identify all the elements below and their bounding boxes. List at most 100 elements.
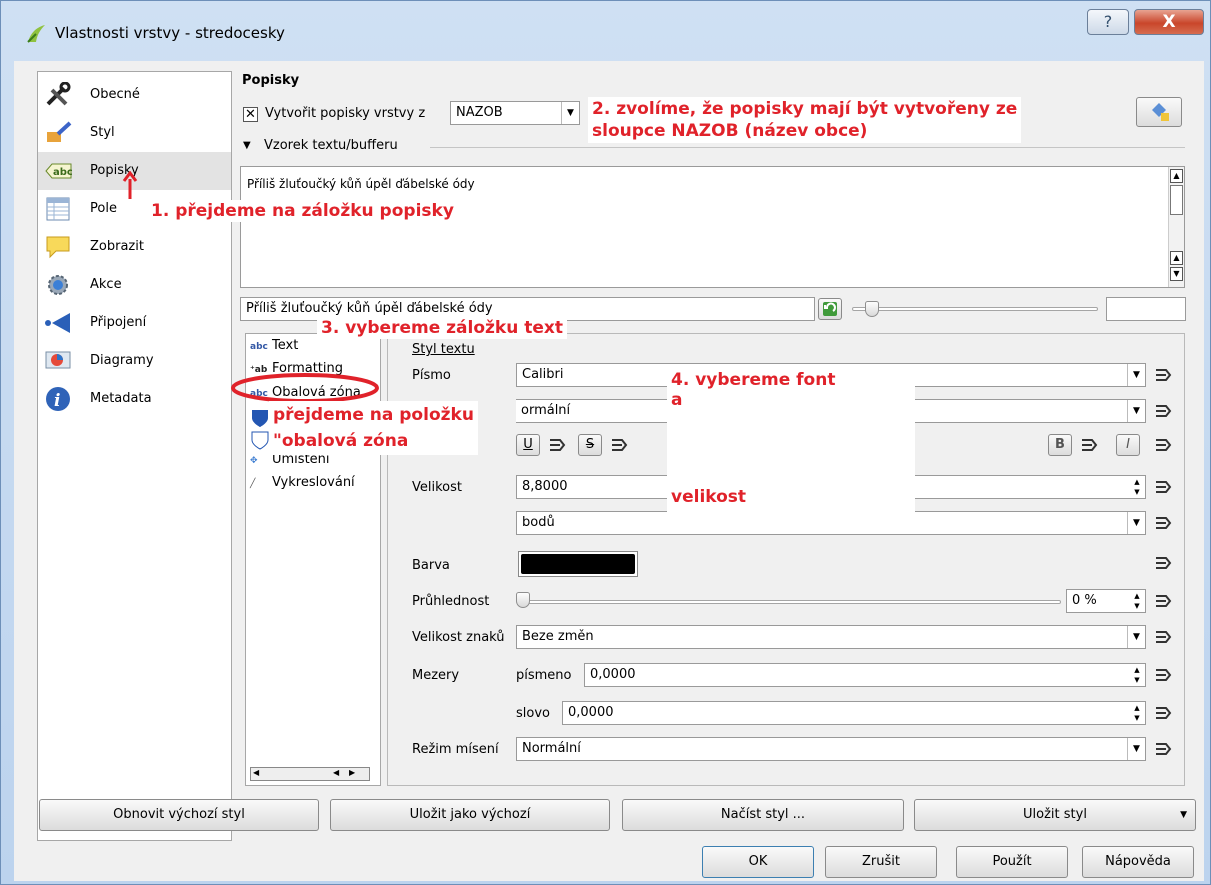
letter-spacing-label: písmeno bbox=[516, 668, 572, 683]
sidebar-item-label: Pole bbox=[90, 201, 117, 216]
italic-button[interactable]: I bbox=[1116, 434, 1140, 456]
ok-button[interactable]: OK bbox=[702, 846, 814, 878]
title-bar[interactable]: Vlastnosti vrstvy - stredocesky ? X bbox=[1, 1, 1211, 61]
transparency-value: 0 % bbox=[1072, 593, 1097, 608]
abc-icon: abc bbox=[45, 163, 72, 179]
create-labels-checkbox[interactable]: ✕ bbox=[243, 107, 258, 122]
save-style-label: Uložit styl bbox=[1023, 807, 1087, 822]
qgis-logo-icon bbox=[27, 25, 45, 43]
tab-umisteni[interactable]: ✥ Umístění bbox=[250, 452, 330, 474]
scroll-thumb[interactable] bbox=[1170, 185, 1183, 215]
data-defined-icon[interactable] bbox=[1154, 554, 1172, 572]
spin-arrows-icon[interactable]: ▲ ▼ bbox=[1131, 591, 1143, 611]
chevron-down-icon: ▼ bbox=[561, 102, 579, 124]
data-defined-icon[interactable] bbox=[1154, 592, 1172, 610]
tabs-horizontal-scrollbar[interactable]: ◀ ◀ ▶ bbox=[250, 767, 370, 781]
transparency-spinbox[interactable]: 0 % ▲ ▼ bbox=[1066, 589, 1146, 613]
spin-arrows-icon[interactable]: ▲ ▼ bbox=[1131, 477, 1143, 497]
scroll-down-button[interactable]: ▼ bbox=[1170, 267, 1183, 281]
help-titlebar-button[interactable]: ? bbox=[1087, 9, 1129, 35]
spin-arrows-icon[interactable]: ▲ ▼ bbox=[1131, 665, 1143, 685]
sidebar-item-styl[interactable]: Styl bbox=[38, 114, 231, 152]
word-spacing-spinbox[interactable]: 0,0000 ▲ ▼ bbox=[562, 701, 1146, 725]
tab-text[interactable]: abc Text bbox=[250, 338, 298, 360]
sample-scrollbar[interactable]: ▲ ▲ ▼ bbox=[1168, 167, 1184, 287]
scroll-up-button[interactable]: ▲ bbox=[1170, 169, 1183, 183]
scroll-right-button[interactable]: ▶ bbox=[349, 768, 355, 777]
sidebar-item-akce[interactable]: Akce bbox=[38, 266, 231, 304]
scroll-left-button[interactable]: ◀ bbox=[253, 768, 259, 777]
save-style-button[interactable]: Uložit styl ▼ bbox=[914, 799, 1196, 831]
expression-button[interactable] bbox=[1136, 97, 1182, 127]
sidebar-item-zobrazit[interactable]: Zobrazit bbox=[38, 228, 231, 266]
sidebar-item-diagramy[interactable]: Diagramy bbox=[38, 342, 231, 380]
close-button[interactable]: X bbox=[1134, 9, 1204, 35]
field-combobox[interactable]: NAZOB ▼ bbox=[450, 101, 580, 125]
color-label: Barva bbox=[412, 558, 450, 573]
data-defined-icon[interactable] bbox=[548, 436, 566, 454]
apply-button[interactable]: Použít bbox=[956, 846, 1068, 878]
annotation-arrow-icon bbox=[122, 171, 138, 199]
sample-text-area[interactable]: Příliš žluťoučký kůň úpěl ďábelské ódy ▲… bbox=[240, 166, 1185, 288]
text-style-title: Styl textu bbox=[412, 342, 475, 357]
underline-button[interactable]: U bbox=[516, 434, 540, 456]
data-defined-icon[interactable] bbox=[1154, 402, 1172, 420]
data-defined-icon[interactable] bbox=[1154, 436, 1172, 454]
data-defined-icon[interactable] bbox=[1154, 666, 1172, 684]
annotation-step-3: 3. vybereme záložku text bbox=[317, 317, 567, 339]
shield-icon bbox=[252, 410, 268, 427]
reset-sample-button[interactable] bbox=[818, 298, 842, 320]
color-swatch bbox=[521, 554, 635, 574]
data-defined-icon[interactable] bbox=[1154, 478, 1172, 496]
data-defined-icon[interactable] bbox=[1154, 704, 1172, 722]
scroll-up-button-lower[interactable]: ▲ bbox=[1170, 251, 1183, 265]
data-defined-icon[interactable] bbox=[1154, 628, 1172, 646]
font-style-value: ormální bbox=[521, 403, 571, 418]
load-style-button[interactable]: Načíst styl ... bbox=[622, 799, 904, 831]
bold-button[interactable]: B bbox=[1048, 434, 1072, 456]
chevron-down-icon: ▼ bbox=[1127, 400, 1145, 422]
collapse-triangle-icon[interactable]: ▼ bbox=[243, 140, 251, 151]
data-defined-icon[interactable] bbox=[1154, 740, 1172, 758]
case-combobox[interactable]: Beze změn ▼ bbox=[516, 625, 1146, 649]
cancel-button[interactable]: Zrušit bbox=[825, 846, 937, 878]
preview-scale-slider-thumb[interactable] bbox=[865, 301, 879, 317]
create-labels-label: Vytvořit popisky vrstvy z bbox=[265, 106, 426, 121]
sample-text-preview: Příliš žluťoučký kůň úpěl ďábelské ódy bbox=[247, 177, 475, 191]
spin-arrows-icon[interactable]: ▲ ▼ bbox=[1131, 703, 1143, 723]
expression-icon bbox=[1152, 103, 1169, 121]
table-icon bbox=[46, 197, 70, 221]
preview-background-field[interactable] bbox=[1106, 297, 1186, 321]
data-defined-icon[interactable] bbox=[610, 436, 628, 454]
tab-background[interactable] bbox=[250, 408, 270, 430]
data-defined-icon[interactable] bbox=[1080, 436, 1098, 454]
preview-scale-track[interactable] bbox=[852, 307, 1098, 311]
case-value: Beze změn bbox=[522, 629, 594, 644]
blend-mode-combobox[interactable]: Normální ▼ bbox=[516, 737, 1146, 761]
letter-spacing-spinbox[interactable]: 0,0000 ▲ ▼ bbox=[584, 663, 1146, 687]
sidebar-item-pripojeni[interactable]: Připojení bbox=[38, 304, 231, 342]
sidebar-item-metadata[interactable]: i Metadata bbox=[38, 380, 231, 418]
transparency-slider-track[interactable] bbox=[521, 600, 1061, 604]
sidebar-item-label: Styl bbox=[90, 125, 115, 140]
annotation-step-1: 1. přejdeme na záložku popisky bbox=[147, 200, 458, 222]
tab-shadow[interactable] bbox=[250, 430, 270, 452]
info-icon: i bbox=[46, 387, 70, 411]
chevron-down-icon: ▼ bbox=[1127, 512, 1145, 534]
section-heading: Popisky bbox=[242, 73, 300, 88]
transparency-slider-thumb[interactable] bbox=[516, 592, 530, 608]
strikeout-button[interactable]: S bbox=[578, 434, 602, 456]
sample-section-title: Vzorek textu/bufferu bbox=[264, 138, 398, 153]
svg-text:i: i bbox=[54, 391, 60, 411]
help-button[interactable]: Nápověda bbox=[1082, 846, 1194, 878]
tab-vykreslovani[interactable]: ╱ Vykreslování bbox=[250, 475, 355, 497]
color-button[interactable] bbox=[518, 551, 638, 577]
data-defined-icon[interactable] bbox=[1154, 514, 1172, 532]
sidebar-item-obecne[interactable]: Obecné bbox=[38, 76, 231, 114]
restore-default-style-button[interactable]: Obnovit výchozí styl bbox=[39, 799, 319, 831]
data-defined-icon[interactable] bbox=[1154, 366, 1172, 384]
scroll-left-button-2[interactable]: ◀ bbox=[333, 768, 339, 777]
annotation-step-2-line1: 2. zvolíme, že popisky mají být vytvořen… bbox=[592, 99, 1018, 119]
annotation-step-2-line2: sloupce NAZOB (název obce) bbox=[592, 121, 868, 141]
save-as-default-button[interactable]: Uložit jako výchozí bbox=[330, 799, 610, 831]
